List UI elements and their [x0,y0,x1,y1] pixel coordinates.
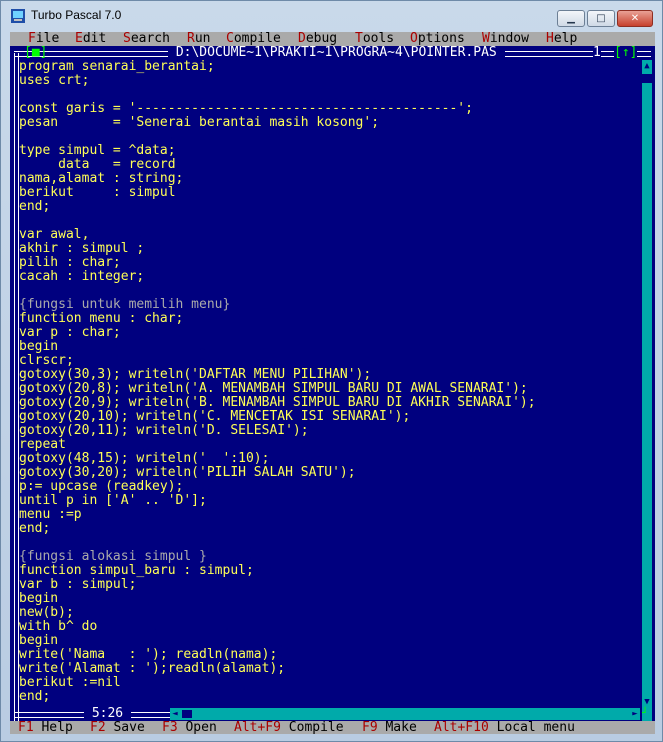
code-line: clrscr; [19,353,74,368]
menu-bar: File Edit Search Run Compile Debug Tools… [10,32,655,46]
scroll-right-icon[interactable]: ► [630,708,640,720]
code-line: write('Alamat : ');readln(alamat); [19,661,286,676]
code-line: berikut : simpul [19,185,176,200]
editor-close-box[interactable]: [■] [24,46,47,60]
vertical-scroll-thumb[interactable] [642,74,652,83]
menu-options[interactable]: Options [410,32,465,46]
turbo-pascal-icon [11,9,25,23]
editor-file-path: D:\DOCUME~1\PRAKTI~1\PROGRA~4\POINTER.PA… [168,45,505,60]
code-line: with b^ do [19,619,98,634]
resize-corner-icon[interactable]: ┘ [642,708,652,720]
dos-screen: File Edit Search Run Compile Debug Tools… [10,32,655,734]
status-bar: F1 Help F2 Save F3 Open Alt+F9 Compile F… [10,721,655,734]
code-line: gotoxy(20,9); writeln('B. MENAMBAH SIMPU… [19,395,536,410]
code-line: uses crt; [19,73,90,88]
code-line: var b : simpul; [19,577,137,592]
maximize-icon: □ [596,13,606,24]
editor-window-number: 1 [593,45,601,60]
vertical-scrollbar[interactable]: ▲ ▼ [642,60,652,721]
minimize-button[interactable]: ▁ [557,10,585,27]
code-line: until p in ['A' .. 'D']; [19,493,207,508]
menu-search[interactable]: Search [123,32,170,46]
status-compile[interactable]: Alt+F9 Compile [234,721,344,735]
code-line: gotoxy(30,20); writeln('PILIH SALAH SATU… [19,465,356,480]
code-line: cacah : integer; [19,269,145,284]
code-line: gotoxy(48,15); writeln(' ':10); [19,451,270,466]
code-line: write('Nama : '); readln(nama); [19,647,278,662]
horizontal-scrollbar[interactable]: ◄ ► [170,708,640,720]
code-line: new(b); [19,605,74,620]
menu-window[interactable]: Window [482,32,529,46]
status-help[interactable]: F1 Help [18,721,73,735]
maximize-button[interactable]: □ [587,10,615,27]
code-line: type simpul = ^data; [19,143,176,158]
menu-compile[interactable]: Compile [226,32,281,46]
code-line: begin [19,339,59,354]
scroll-left-icon[interactable]: ◄ [170,708,180,720]
menu-tools[interactable]: Tools [355,32,394,46]
cursor-position: 5:26 [84,706,131,721]
status-open[interactable]: F3 Open [162,721,217,735]
code-line: gotoxy(20,8); writeln('A. MENAMBAH SIMPU… [19,381,528,396]
horizontal-scroll-thumb[interactable] [182,710,192,718]
menu-file[interactable]: File [28,32,59,46]
code-line: begin [19,633,59,648]
code-line: menu :=p [19,507,82,522]
code-line: const garis = '-------------------------… [19,101,473,116]
code-line: gotoxy(20,10); writeln('C. MENCETAK ISI … [19,409,411,424]
code-line: akhir : simpul ; [19,241,145,256]
code-line: var awal, [19,227,90,242]
code-line: function menu : char; [19,311,184,326]
code-line: var p : char; [19,325,121,340]
code-line: gotoxy(30,3); writeln('DAFTAR MENU PILIH… [19,367,372,382]
status-local-menu[interactable]: Alt+F10 Local menu [434,721,575,735]
scroll-up-icon[interactable]: ▲ [642,60,652,72]
editor-zoom-box[interactable]: [↑] [614,46,638,60]
code-line: repeat [19,437,66,452]
close-icon: ✕ [630,13,640,24]
code-line: p:= upcase (readkey); [19,479,184,494]
status-make[interactable]: F9 Make [362,721,417,735]
code-line: berikut :=nil [19,675,121,690]
code-line: gotoxy(20,11); writeln('D. SELESAI'); [19,423,309,438]
code-line: data = record [19,157,176,172]
code-line: pilih : char; [19,255,121,270]
menu-help[interactable]: Help [546,32,577,46]
code-line: {fungsi untuk memilih menu} [19,297,231,312]
code-line: pesan = 'Senerai berantai masih kosong'; [19,115,380,130]
code-editor[interactable]: program senarai_berantai; uses crt; const… [19,60,639,721]
menu-debug[interactable]: Debug [298,32,337,46]
app-window: Turbo Pascal 7.0 ▁ □ ✕ File Edit Search … [0,0,663,742]
status-save[interactable]: F2 Save [90,721,145,735]
menu-edit[interactable]: Edit [75,32,106,46]
code-line: program senarai_berantai; [19,60,215,74]
code-line: nama,alamat : string; [19,171,184,186]
code-line: begin [19,591,59,606]
menu-run[interactable]: Run [187,32,210,46]
code-line: end; [19,199,51,214]
code-line: end; [19,689,51,704]
code-line: end; [19,521,51,536]
code-line: {fungsi alokasi simpul } [19,549,207,564]
close-button[interactable]: ✕ [617,10,653,27]
window-title: Turbo Pascal 7.0 [31,8,122,22]
code-line: function simpul_baru : simpul; [19,563,254,578]
title-bar[interactable]: Turbo Pascal 7.0 ▁ □ ✕ [1,1,662,31]
minimize-icon: ▁ [567,13,575,24]
